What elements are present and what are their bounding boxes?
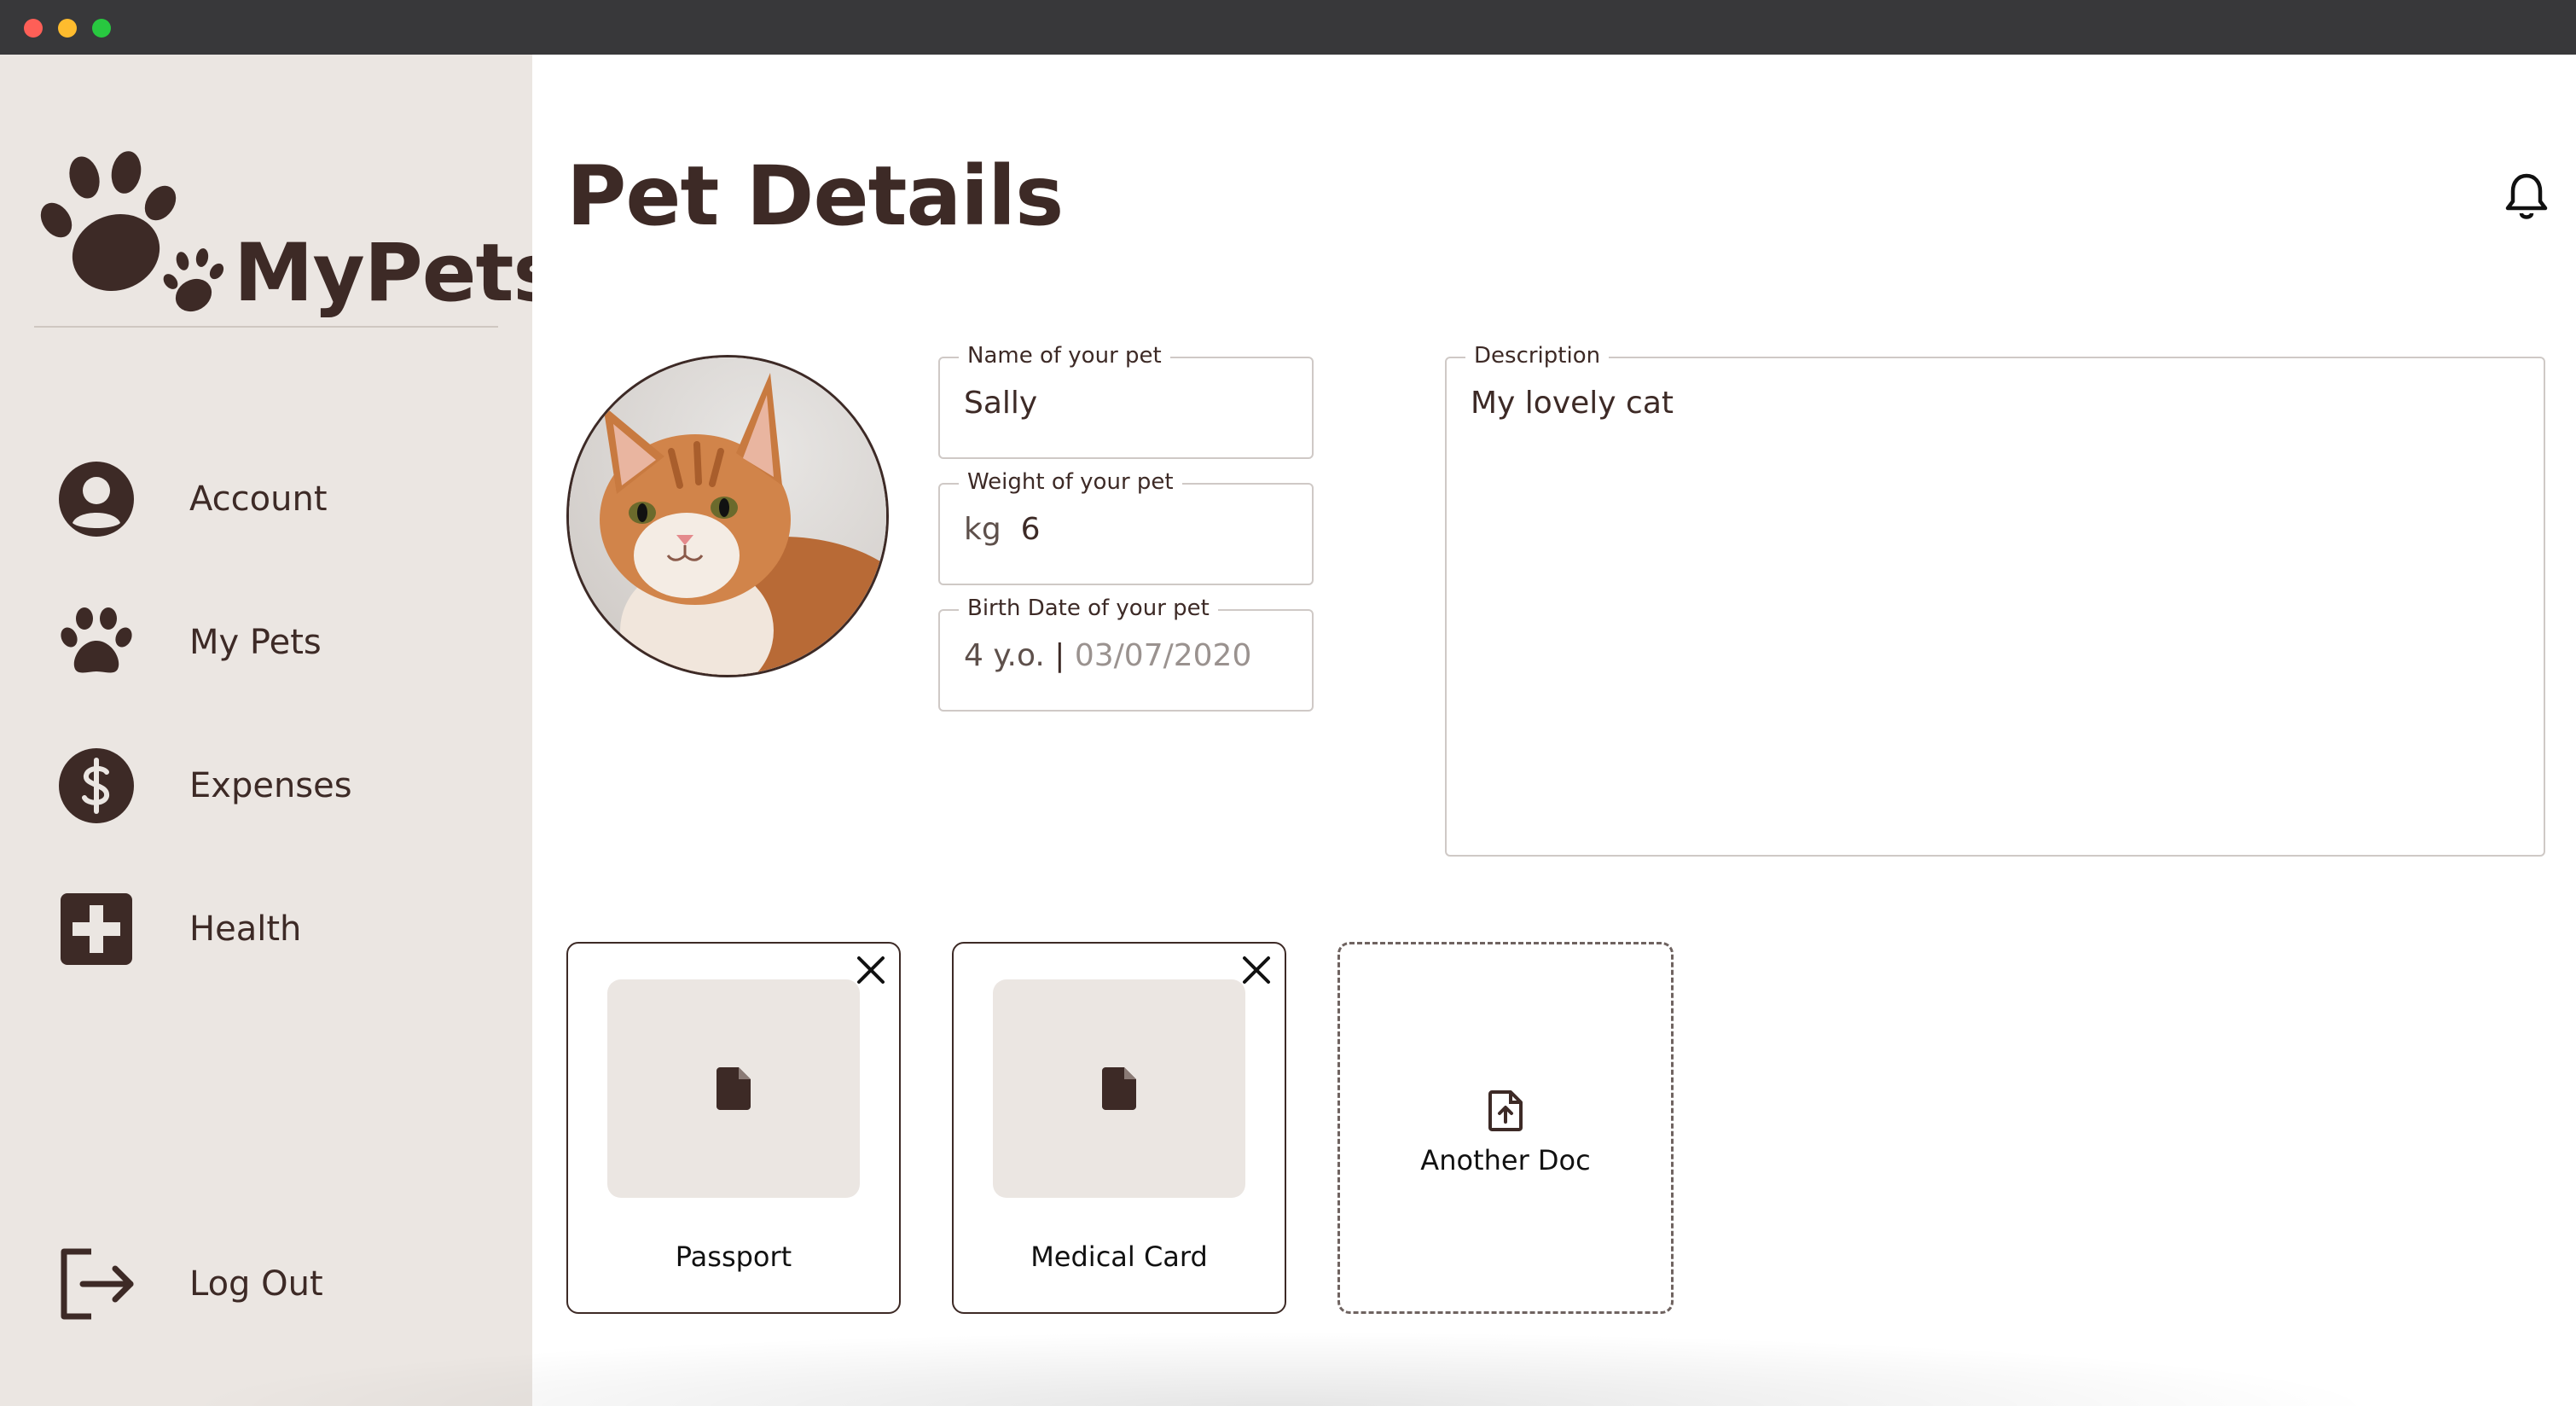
- pet-name-field[interactable]: Name of your pet Sally: [938, 343, 1314, 459]
- sidebar-item-label: Expenses: [189, 766, 352, 805]
- paw-logo-icon: [40, 151, 224, 312]
- file-icon: [1102, 1067, 1136, 1110]
- pet-birth-date-label: Birth Date of your pet: [959, 596, 1218, 621]
- logout-icon: [55, 1242, 138, 1326]
- logo-text: MyPets: [234, 227, 560, 320]
- pet-name-label: Name of your pet: [959, 343, 1170, 369]
- weight-unit: kg: [964, 512, 1001, 547]
- sidebar-item-account[interactable]: Account: [55, 452, 498, 546]
- sidebar-item-label: Account: [189, 479, 328, 519]
- bell-icon[interactable]: [2501, 171, 2552, 222]
- window-titlebar: [0, 0, 2576, 55]
- medical-cross-icon: [55, 887, 138, 971]
- description-field[interactable]: Description My lovely cat: [1445, 343, 2545, 857]
- document-thumbnail: [607, 979, 860, 1198]
- add-document-label: Another Doc: [1420, 1144, 1591, 1177]
- pet-birth-date-content: 4 y.o. | 03/07/2020: [964, 638, 1251, 673]
- description-value: My lovely cat: [1471, 386, 1674, 421]
- sidebar-divider: [34, 326, 498, 328]
- pet-birth-date-value: 03/07/2020: [1074, 638, 1252, 673]
- pet-name-value: Sally: [964, 386, 1038, 421]
- sidebar-item-my-pets[interactable]: My Pets: [55, 596, 498, 689]
- sidebar: MyPets Account My Pets Expenses Health L…: [0, 55, 560, 1406]
- sidebar-item-label: My Pets: [189, 623, 322, 662]
- paw-icon: [55, 601, 138, 684]
- document-card-medical-card[interactable]: Medical Card: [952, 942, 1286, 1314]
- sidebar-item-label: Health: [189, 909, 302, 949]
- add-document-button[interactable]: Another Doc: [1337, 942, 1674, 1314]
- document-thumbnail: [993, 979, 1245, 1198]
- document-label: Medical Card: [1030, 1240, 1208, 1273]
- dollar-circle-icon: [55, 744, 138, 828]
- document-label: Passport: [675, 1240, 792, 1273]
- file-upload-icon: [1488, 1090, 1523, 1131]
- page-title: Pet Details: [566, 148, 1064, 244]
- logout-button[interactable]: Log Out: [55, 1237, 498, 1331]
- main-content: Pet Details Name of your pet Sally Weigh…: [532, 55, 2576, 1406]
- logout-label: Log Out: [189, 1264, 323, 1304]
- close-window-button[interactable]: [24, 19, 43, 38]
- minimize-window-button[interactable]: [58, 19, 77, 38]
- maximize-window-button[interactable]: [92, 19, 111, 38]
- app-logo[interactable]: MyPets: [38, 125, 560, 329]
- pet-weight-content: kg 6: [964, 512, 1041, 547]
- description-label: Description: [1465, 343, 1610, 369]
- pet-weight-label: Weight of your pet: [959, 469, 1182, 495]
- account-circle-icon: [55, 457, 138, 541]
- pet-photo[interactable]: [566, 355, 889, 677]
- sidebar-item-health[interactable]: Health: [55, 882, 498, 976]
- pet-weight-value: 6: [1020, 512, 1041, 547]
- pet-birth-date-field[interactable]: Birth Date of your pet 4 y.o. | 03/07/20…: [938, 596, 1314, 712]
- field-separator: |: [1054, 638, 1065, 673]
- sidebar-item-expenses[interactable]: Expenses: [55, 739, 498, 833]
- file-icon: [717, 1067, 751, 1110]
- pet-age: 4 y.o.: [964, 638, 1045, 673]
- document-card-passport[interactable]: Passport: [566, 942, 901, 1314]
- pet-weight-field[interactable]: Weight of your pet kg 6: [938, 469, 1314, 585]
